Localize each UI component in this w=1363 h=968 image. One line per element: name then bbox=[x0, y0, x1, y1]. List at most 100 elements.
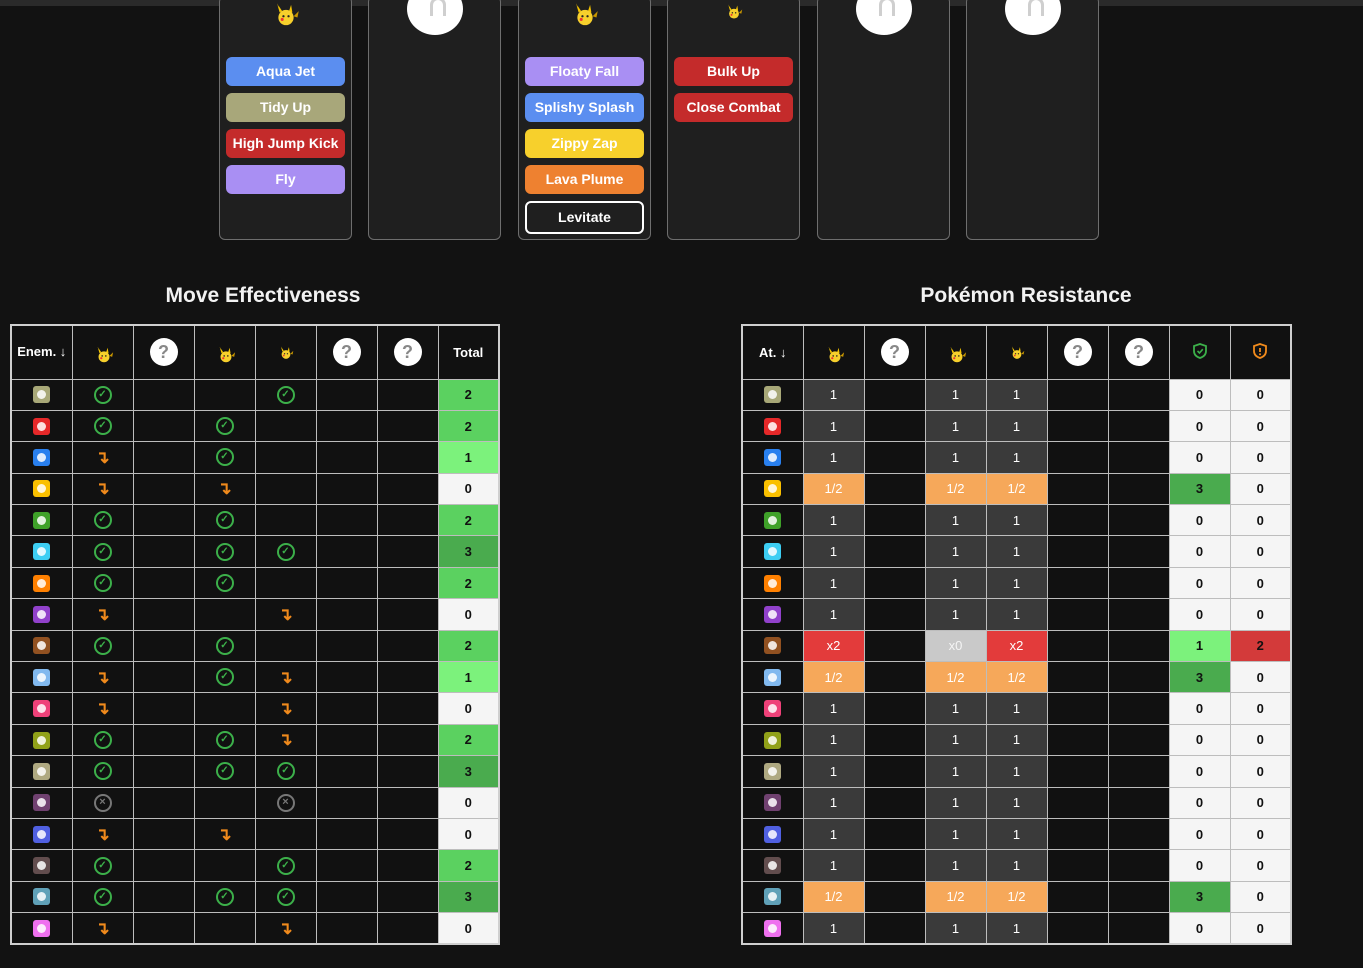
total-cell: 2 bbox=[437, 629, 500, 663]
table-row: ✓ ✓ 2 bbox=[10, 504, 500, 537]
pokemon-resistance-table: At. ↓??? 1 1 1 0 0 1 1 1 0 0 1 1 1 0 0 1/2 1/2 1/2 3 0 1 1 1 0 0… bbox=[741, 324, 1292, 946]
table-row: 11100 bbox=[741, 535, 1292, 568]
column-header[interactable] bbox=[193, 324, 256, 380]
bug-type-icon bbox=[764, 731, 782, 749]
move-button[interactable]: Levitate bbox=[525, 201, 644, 234]
not-very-effective-icon: ↴ bbox=[278, 699, 293, 719]
effectiveness-cell bbox=[315, 378, 378, 411]
effectiveness-cell bbox=[315, 598, 378, 631]
column-header[interactable]: ? bbox=[1107, 324, 1170, 380]
effectiveness-cell bbox=[376, 629, 439, 663]
super-effective-icon: ✓ bbox=[93, 636, 112, 655]
effectiveness-cell: ↴ bbox=[71, 817, 134, 851]
table-row: ↴ ✓ 1 bbox=[10, 441, 500, 474]
move-button[interactable]: Fly bbox=[226, 165, 345, 194]
move-button[interactable]: Aqua Jet bbox=[226, 57, 345, 86]
poison-type-icon bbox=[764, 605, 782, 623]
grass-type-icon bbox=[33, 511, 51, 529]
team-slot-card[interactable]: Aqua Jet Tidy Up High Jump Kick Fly bbox=[219, 0, 352, 240]
move-list: Aqua Jet Tidy Up High Jump Kick Fly bbox=[220, 57, 351, 201]
column-header[interactable] bbox=[254, 324, 317, 380]
fighting-type-icon bbox=[33, 574, 51, 592]
type-cell bbox=[10, 786, 73, 819]
effectiveness-cell bbox=[376, 912, 439, 945]
multiplier-cell: 1/2 bbox=[802, 880, 865, 914]
effectiveness-cell: ✓ bbox=[71, 755, 134, 788]
multiplier-cell bbox=[1046, 504, 1109, 537]
total-cell: 3 bbox=[437, 880, 500, 914]
multiplier-cell: 1/2 bbox=[985, 880, 1048, 914]
column-header[interactable] bbox=[1229, 324, 1292, 380]
multiplier-cell: 1 bbox=[985, 692, 1048, 725]
team-slot-card[interactable]: Floaty Fall Splishy Splash Zippy Zap Lava P… bbox=[518, 0, 651, 240]
column-header[interactable] bbox=[1168, 324, 1231, 380]
move-button[interactable]: High Jump Kick bbox=[226, 129, 345, 158]
column-header[interactable] bbox=[802, 324, 865, 380]
multiplier-cell bbox=[1107, 723, 1170, 757]
unknown-pokemon-icon: ? bbox=[880, 338, 909, 367]
multiplier-cell: 1 bbox=[985, 755, 1048, 788]
move-button[interactable]: Bulk Up bbox=[674, 57, 793, 86]
effectiveness-cell: ✓ bbox=[193, 566, 256, 600]
move-button[interactable]: Close Combat bbox=[674, 93, 793, 122]
multiplier-cell: 1 bbox=[802, 817, 865, 851]
table-row: ✓ ✓ 2 bbox=[10, 409, 500, 443]
column-header[interactable]: ? bbox=[863, 324, 926, 380]
column-header[interactable] bbox=[924, 324, 987, 380]
attack-sort-header[interactable]: At. ↓ bbox=[741, 324, 804, 380]
ground-type-icon bbox=[764, 637, 782, 655]
total-header[interactable]: Total bbox=[437, 324, 500, 380]
weak-count-cell: 0 bbox=[1229, 692, 1292, 725]
type-cell bbox=[10, 849, 73, 882]
multiplier-cell bbox=[863, 378, 926, 411]
not-very-effective-icon: ↴ bbox=[95, 479, 110, 499]
move-button[interactable]: Splishy Splash bbox=[525, 93, 644, 122]
team-slot-card[interactable] bbox=[817, 0, 950, 240]
effectiveness-cell bbox=[132, 441, 195, 474]
effectiveness-cell bbox=[376, 661, 439, 694]
team-slot-card[interactable] bbox=[966, 0, 1099, 240]
enemy-sort-header[interactable]: Enem. ↓ bbox=[10, 324, 73, 380]
super-effective-icon: ✓ bbox=[276, 385, 295, 404]
multiplier-cell: 1 bbox=[985, 817, 1048, 851]
pokemon-sprite-icon bbox=[216, 345, 235, 362]
total-cell: 0 bbox=[437, 817, 500, 851]
effectiveness-cell: ✓ bbox=[254, 880, 317, 914]
column-header[interactable]: ? bbox=[376, 324, 439, 380]
multiplier-cell bbox=[1107, 378, 1170, 411]
column-header[interactable] bbox=[985, 324, 1048, 380]
column-header[interactable]: ? bbox=[1046, 324, 1109, 380]
move-list: Floaty Fall Splishy Splash Zippy Zap Lava P… bbox=[519, 57, 650, 241]
effectiveness-cell bbox=[132, 692, 195, 725]
multiplier-cell: 1/2 bbox=[985, 661, 1048, 694]
resist-count-cell: 0 bbox=[1168, 755, 1231, 788]
not-very-effective-icon: ↴ bbox=[95, 699, 110, 719]
type-cell bbox=[741, 661, 804, 694]
super-effective-icon: ✓ bbox=[93, 762, 112, 781]
type-cell bbox=[741, 723, 804, 757]
team-slot-card[interactable] bbox=[368, 0, 501, 240]
weak-count-cell: 0 bbox=[1229, 472, 1292, 506]
column-header[interactable]: ? bbox=[132, 324, 195, 380]
type-cell bbox=[741, 755, 804, 788]
effectiveness-cell: ✓ bbox=[193, 504, 256, 537]
weak-count-cell: 0 bbox=[1229, 441, 1292, 474]
effectiveness-cell: ↴ bbox=[71, 692, 134, 725]
effectiveness-cell: ↴ bbox=[71, 912, 134, 945]
table-row: ↴ ↴ 0 bbox=[10, 817, 500, 851]
move-button[interactable]: Floaty Fall bbox=[525, 57, 644, 86]
fighting-type-icon bbox=[764, 574, 782, 592]
effectiveness-cell bbox=[376, 598, 439, 631]
move-button[interactable]: Zippy Zap bbox=[525, 129, 644, 158]
team-slot-card[interactable]: Bulk Up Close Combat bbox=[667, 0, 800, 240]
multiplier-cell: 1/2 bbox=[985, 472, 1048, 506]
move-button[interactable]: Lava Plume bbox=[525, 165, 644, 194]
table-row: 11100 bbox=[741, 817, 1292, 851]
multiplier-cell bbox=[863, 912, 926, 945]
multiplier-cell: 1 bbox=[802, 598, 865, 631]
column-header[interactable] bbox=[71, 324, 134, 380]
type-cell bbox=[10, 598, 73, 631]
move-button[interactable]: Tidy Up bbox=[226, 93, 345, 122]
column-header[interactable]: ? bbox=[315, 324, 378, 380]
unknown-pokemon-icon: ? bbox=[1124, 338, 1153, 367]
